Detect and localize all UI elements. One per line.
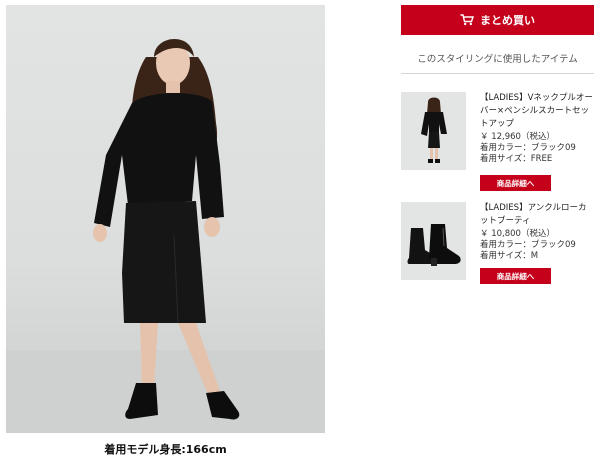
buy-all-label: まとめ買い [480, 14, 535, 27]
model-height-caption: 着用モデル身長:166cm [104, 443, 227, 456]
section-divider [401, 73, 594, 74]
model-figure [6, 38, 325, 433]
ankle-bootie-thumbnail[interactable] [401, 202, 466, 280]
item-price: ￥ 10,800（税込） [480, 229, 555, 239]
item-color: 着用カラー：ブラック09 [480, 143, 576, 153]
studio-floor [6, 350, 325, 433]
section-title: このスタイリングに使用したアイテム [417, 54, 578, 65]
item-color: 着用カラー：ブラック09 [480, 240, 576, 250]
setup-outfit-thumbnail[interactable] [401, 92, 466, 170]
item-detail-button[interactable]: 商品詳細へ [480, 175, 551, 191]
item-size: 着用サイズ：M [480, 251, 539, 261]
item-name[interactable]: 【LADIES】Vネックプルオーバー×ペンシルスカートセットアップ [480, 92, 594, 131]
styling-item: 【LADIES】アンクルローカットブーティ ￥ 10,800（税込） 着用カラー… [401, 202, 594, 292]
item-size: 着用サイズ：FREE [480, 154, 553, 164]
styling-main-photo [6, 5, 325, 433]
model-skirt [122, 201, 206, 323]
buy-all-button[interactable]: まとめ買い [401, 5, 594, 35]
item-detail-button[interactable]: 商品詳細へ [480, 268, 551, 284]
item-price: ￥ 12,960（税込） [480, 132, 555, 142]
item-name[interactable]: 【LADIES】アンクルローカットブーティ [480, 202, 594, 228]
shopping-cart-icon [460, 14, 474, 26]
styling-item: 【LADIES】Vネックプルオーバー×ペンシルスカートセットアップ ￥ 12,9… [401, 92, 594, 191]
